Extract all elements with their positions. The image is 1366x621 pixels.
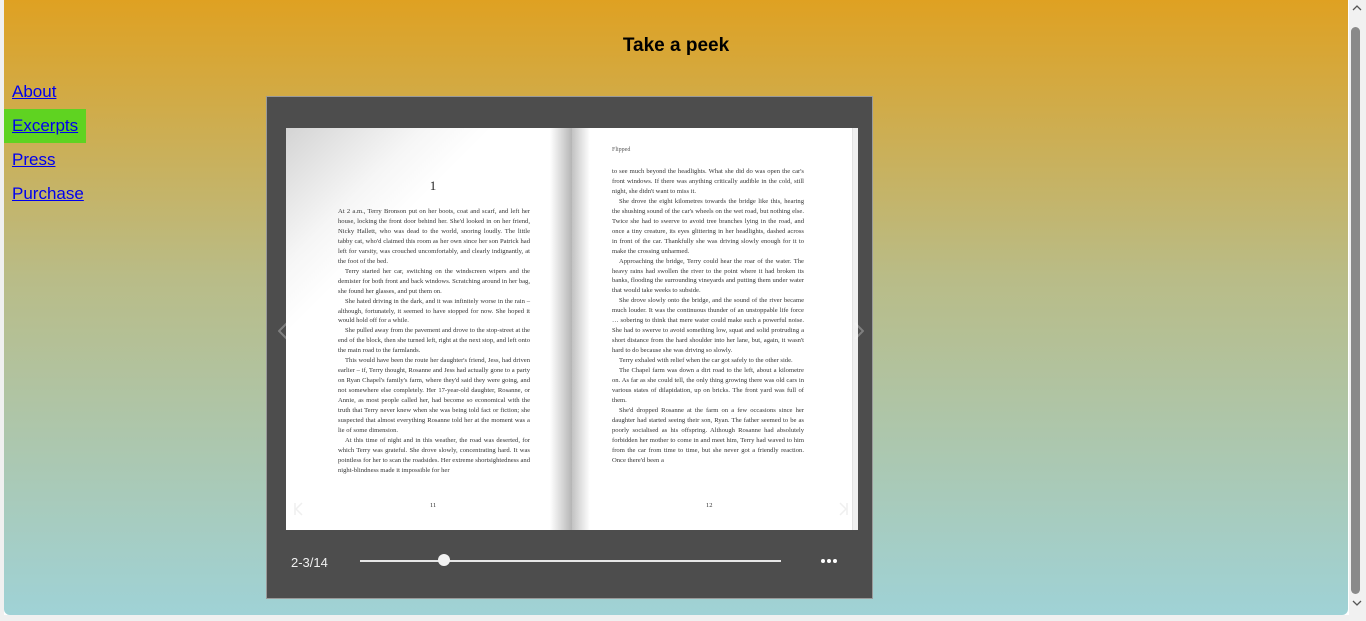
paragraph: She drove the eight kilometres towards t… (612, 197, 804, 255)
nav-link-about[interactable]: About (4, 75, 64, 109)
left-page-text: At 2 a.m., Terry Bronson put on her boot… (338, 207, 530, 476)
scroll-down-arrow-icon[interactable] (1352, 598, 1362, 608)
page-slider-track[interactable] (360, 560, 781, 562)
nav-link-press[interactable]: Press (4, 143, 63, 177)
nav-link-excerpts[interactable]: Excerpts (4, 109, 87, 143)
page-number-left: 11 (430, 502, 437, 509)
book-viewer: 1 At 2 a.m., Terry Bronson put on her bo… (266, 96, 873, 599)
ellipsis-icon[interactable] (819, 551, 839, 571)
paragraph: She hated driving in the dark, and it wa… (338, 297, 530, 325)
nav-link-purchase[interactable]: Purchase (4, 177, 92, 211)
page-counter: 2-3/14 (291, 555, 328, 570)
paragraph: She drove slowly onto the bridge, and th… (612, 297, 804, 355)
paragraph: Approaching the bridge, Terry could hear… (612, 257, 804, 295)
paragraph: Terry started her car, switching on the … (338, 267, 530, 295)
page-scrollbar[interactable] (1349, 0, 1366, 621)
right-page[interactable]: Flipped to see much beyond the headlight… (572, 128, 858, 530)
last-page-icon[interactable] (835, 502, 849, 516)
window-bottom-edge (0, 615, 1349, 621)
chevron-right-icon[interactable] (854, 322, 864, 340)
paragraph: to see much beyond the headlights. What … (612, 168, 804, 195)
first-page-icon[interactable] (293, 502, 307, 516)
paragraph: At 2 a.m., Terry Bronson put on her boot… (338, 208, 530, 265)
paragraph: She pulled away from the pavement and dr… (338, 327, 530, 355)
page-slider-handle[interactable] (438, 554, 451, 566)
page-gutter-shadow (572, 128, 590, 530)
running-head: Flipped (612, 147, 631, 153)
paragraph: The Chapel farm was down a dirt road to … (612, 367, 804, 404)
page-number-right: 12 (706, 502, 713, 509)
scrollbar-thumb[interactable] (1351, 27, 1360, 594)
right-page-text: to see much beyond the headlights. What … (612, 167, 804, 466)
page-title: Take a peek (622, 35, 730, 56)
paragraph: This would have been the route her daugh… (338, 357, 530, 434)
left-page[interactable]: 1 At 2 a.m., Terry Bronson put on her bo… (286, 128, 572, 530)
chapter-number: 1 (429, 178, 437, 193)
paragraph: Terry exhaled with relief when the car g… (619, 357, 793, 365)
chevron-left-icon[interactable] (278, 322, 288, 340)
paragraph: At this time of night and in this weathe… (338, 436, 530, 474)
book-spread[interactable]: 1 At 2 a.m., Terry Bronson put on her bo… (286, 128, 858, 530)
paragraph: She'd dropped Rosanne at the farm on a f… (612, 406, 804, 464)
page-gutter-shadow (550, 128, 572, 530)
scroll-up-arrow-icon[interactable] (1352, 3, 1362, 13)
